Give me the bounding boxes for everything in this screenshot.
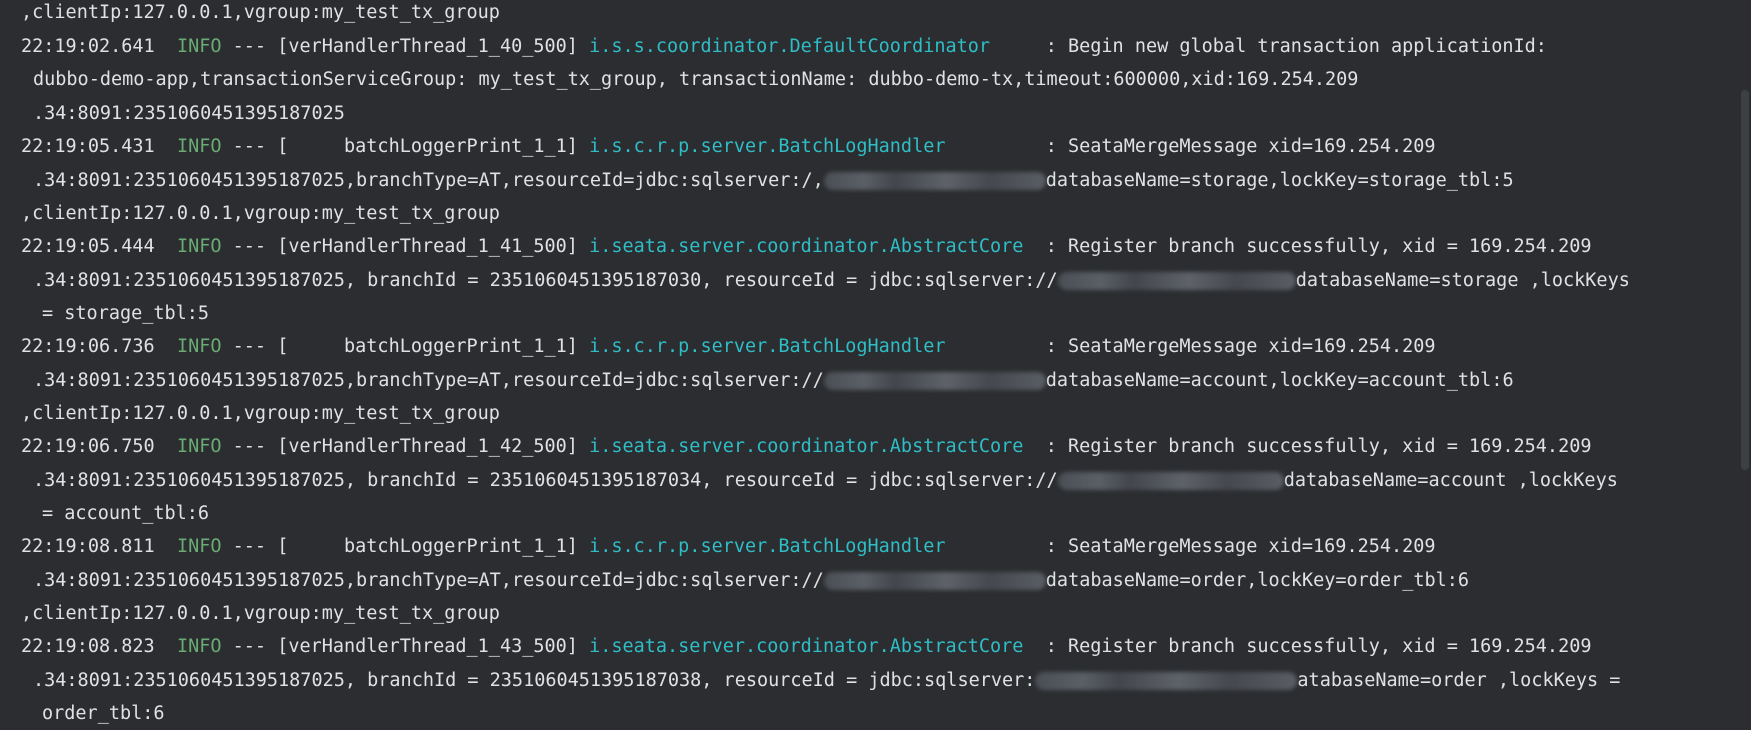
log-message: : SeataMergeMessage xid=169.254.209 [945, 336, 1436, 357]
log-entry: 22:19:08.811 INFO --- [ batchLoggerPrint… [21, 530, 1436, 563]
log-level: INFO [176, 436, 222, 457]
redacted-host [1035, 672, 1298, 690]
log-message: : Register branch successfully, xid = 16… [1023, 636, 1592, 657]
log-logger: i.seata.server.coordinator.AbstractCore [589, 436, 1024, 457]
log-logger: i.s.c.r.p.server.BatchLogHandler [589, 536, 946, 557]
redacted-host [823, 572, 1046, 590]
log-continuation: .34:8091:2351060451395187025,branchType=… [33, 370, 1514, 391]
log-thread: --- [ batchLoggerPrint_1_1] [221, 536, 590, 557]
log-timestamp: 22:19:06.750 [21, 436, 155, 457]
log-thread: --- [verHandlerThread_1_40_500] [221, 36, 590, 57]
log-continuation: = storage_tbl:5 [42, 303, 210, 324]
redacted-host [823, 172, 1046, 190]
log-logger: i.seata.server.coordinator.AbstractCore [589, 236, 1024, 257]
log-timestamp: 22:19:02.641 [21, 36, 155, 57]
log-timestamp: 22:19:08.823 [21, 636, 155, 657]
log-timestamp: 22:19:06.736 [21, 336, 155, 357]
log-entry: 22:19:05.431 INFO --- [ batchLoggerPrint… [21, 130, 1436, 163]
log-thread: --- [verHandlerThread_1_43_500] [221, 636, 590, 657]
log-entry: 22:19:08.823 INFO --- [verHandlerThread_… [21, 630, 1592, 663]
log-logger: i.s.s.coordinator.DefaultCoordinator [589, 36, 991, 57]
log-timestamp: 22:19:08.811 [21, 536, 155, 557]
log-message: : SeataMergeMessage xid=169.254.209 [945, 536, 1436, 557]
log-continuation: ,clientIp:127.0.0.1,vgroup:my_test_tx_gr… [21, 603, 500, 624]
log-continuation: order_tbl:6 [42, 703, 165, 724]
console-output[interactable]: ,clientIp:127.0.0.1,vgroup:my_test_tx_gr… [0, 0, 1735, 730]
log-continuation: = account_tbl:6 [42, 503, 210, 524]
log-level: INFO [176, 136, 222, 157]
log-logger: i.s.c.r.p.server.BatchLogHandler [589, 136, 946, 157]
log-level: INFO [176, 36, 222, 57]
log-message: : SeataMergeMessage xid=169.254.209 [945, 136, 1436, 157]
log-level: INFO [176, 636, 222, 657]
log-timestamp: 22:19:05.431 [21, 136, 155, 157]
log-timestamp: 22:19:05.444 [21, 236, 155, 257]
log-level: INFO [176, 536, 222, 557]
log-continuation: ,clientIp:127.0.0.1,vgroup:my_test_tx_gr… [21, 403, 500, 424]
vertical-scrollbar[interactable] [1741, 90, 1749, 470]
log-continuation: .34:8091:2351060451395187025,branchType=… [33, 170, 1514, 191]
log-logger: i.seata.server.coordinator.AbstractCore [589, 636, 1024, 657]
log-continuation: .34:8091:2351060451395187025, branchId =… [33, 470, 1618, 491]
log-continuation: .34:8091:2351060451395187025,branchType=… [33, 570, 1470, 591]
log-continuation: .34:8091:2351060451395187025, branchId =… [33, 670, 1621, 691]
log-entry: 22:19:06.750 INFO --- [verHandlerThread_… [21, 430, 1592, 463]
log-continuation: .34:8091:2351060451395187025 [33, 103, 345, 124]
log-continuation: .34:8091:2351060451395187025, branchId =… [33, 270, 1630, 291]
log-entry: 22:19:02.641 INFO --- [verHandlerThread_… [21, 30, 1547, 63]
log-entry: 22:19:06.736 INFO --- [ batchLoggerPrint… [21, 330, 1436, 363]
log-continuation: dubbo-demo-app,transactionServiceGroup: … [33, 69, 1359, 90]
log-continuation: ,clientIp:127.0.0.1,vgroup:my_test_tx_gr… [21, 203, 500, 224]
log-message: : Begin new global transaction applicati… [990, 36, 1547, 57]
log-thread: --- [verHandlerThread_1_41_500] [221, 236, 590, 257]
log-continuation: ,clientIp:127.0.0.1,vgroup:my_test_tx_gr… [21, 2, 500, 23]
redacted-host [1057, 272, 1296, 290]
log-thread: --- [verHandlerThread_1_42_500] [221, 436, 590, 457]
log-thread: --- [ batchLoggerPrint_1_1] [221, 336, 590, 357]
log-logger: i.s.c.r.p.server.BatchLogHandler [589, 336, 946, 357]
redacted-host [1057, 472, 1284, 490]
log-entry: 22:19:05.444 INFO --- [verHandlerThread_… [21, 230, 1592, 263]
log-message: : Register branch successfully, xid = 16… [1023, 236, 1592, 257]
log-message: : Register branch successfully, xid = 16… [1023, 436, 1592, 457]
log-level: INFO [176, 336, 222, 357]
log-level: INFO [176, 236, 222, 257]
log-thread: --- [ batchLoggerPrint_1_1] [221, 136, 590, 157]
redacted-host [823, 372, 1046, 390]
